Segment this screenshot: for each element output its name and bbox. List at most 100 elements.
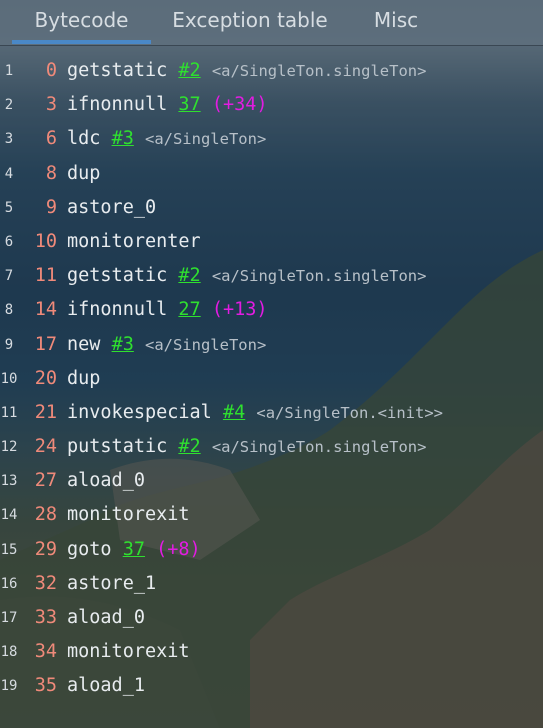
line-number: 18 (0, 644, 18, 661)
constant-pool-link[interactable]: #3 (112, 128, 134, 149)
bytecode-line: 15 29 goto 37 (+8) (0, 533, 543, 567)
tab-bytecode[interactable]: Bytecode (12, 0, 151, 44)
line-number: 11 (0, 404, 18, 421)
bytecode-line: 2 3 ifnonnull 37 (+34) (0, 88, 543, 122)
bytecode-line: 19 35 aload_1 (0, 669, 543, 703)
line-number: 3 (4, 131, 14, 148)
opcode: getstatic (67, 60, 168, 81)
bytecode-line: 11 21 invokespecial #4 <a/SingleTon.<init>… (0, 396, 543, 430)
instruction: astore_1 (67, 567, 156, 601)
jump-delta: (+8) (156, 538, 201, 560)
bytecode-offset: 28 (34, 504, 57, 526)
bytecode-line: 17 33 aload_0 (0, 601, 543, 635)
bytecode-offset: 8 (45, 162, 57, 184)
bytecode-offset: 24 (34, 436, 57, 458)
opcode: astore_0 (67, 196, 157, 218)
opcode: ldc (67, 128, 101, 150)
bytecode-offset: 34 (34, 641, 57, 663)
bytecode-line: 9 17 new #3 <a/SingleTon> (0, 328, 543, 362)
instruction: astore_0 (67, 191, 156, 225)
line-number: 17 (0, 610, 18, 626)
line-number: 5 (4, 199, 14, 216)
instruction: ifnonnull 27 (+13) (67, 293, 268, 327)
instruction: getstatic #2 <a/SingleTon.singleTon> (67, 54, 426, 88)
instruction: goto 37 (+8) (67, 533, 201, 567)
constant-pool-link[interactable]: 37 (123, 539, 145, 560)
line-number: 15 (0, 541, 18, 558)
bytecode-line: 4 8 dup (0, 157, 543, 191)
reference-comment: <a/SingleTon.singleTon> (211, 438, 427, 457)
line-number: 10 (0, 370, 18, 387)
constant-pool-link[interactable]: #3 (112, 334, 134, 355)
line-number: 7 (4, 268, 14, 285)
line-number: 19 (0, 678, 18, 695)
instruction: ldc #3 <a/SingleTon> (67, 122, 266, 156)
bytecode-offset: 14 (34, 299, 57, 321)
opcode: new (67, 333, 101, 355)
bytecode-line: 5 9 astore_0 (0, 191, 543, 225)
opcode: getstatic (67, 265, 168, 287)
opcode: aload_0 (67, 607, 145, 628)
opcode: goto (67, 538, 112, 560)
constant-pool-link[interactable]: 37 (178, 94, 200, 115)
bytecode-line: 8 14 ifnonnull 27 (+13) (0, 293, 543, 327)
tab-misc[interactable]: Misc (356, 0, 436, 44)
bytecode-listing: 1 0 getstatic #2 <a/SingleTon.singleTon> 2 3… (0, 54, 543, 704)
bytecode-offset: 21 (34, 401, 57, 423)
bytecode-offset: 3 (45, 94, 57, 116)
constant-pool-link[interactable]: 27 (178, 299, 200, 320)
bytecode-line: 3 6 ldc #3 <a/SingleTon> (0, 122, 543, 156)
instruction: ifnonnull 37 (+34) (67, 88, 268, 122)
bytecode-line: 6 10 monitorenter (0, 225, 543, 259)
bytecode-line: 14 28 monitorexit (0, 498, 543, 532)
bytecode-offset: 33 (34, 607, 57, 628)
bytecode-line: 7 11 getstatic #2 <a/SingleTon.singleTon> (0, 259, 543, 293)
instruction: aload_0 (67, 601, 145, 635)
instruction: monitorexit (67, 635, 190, 669)
instruction: invokespecial #4 <a/SingleTon.<init>> (67, 396, 443, 430)
bytecode-line: 18 34 monitorexit (0, 635, 543, 669)
constant-pool-link[interactable]: #2 (178, 436, 200, 457)
instruction: dup (67, 157, 100, 191)
instruction: aload_0 (67, 464, 145, 498)
opcode: dup (67, 162, 101, 184)
constant-pool-link[interactable]: #2 (178, 265, 200, 286)
opcode: monitorexit (67, 641, 190, 663)
line-number: 14 (0, 507, 18, 524)
bytecode-offset: 27 (34, 470, 57, 492)
bytecode-offset: 11 (34, 265, 57, 287)
selected-tab-indicator (12, 40, 151, 44)
bytecode-offset: 32 (34, 572, 57, 594)
bytecode-line: 1 0 getstatic #2 <a/SingleTon.singleTon> (0, 54, 543, 88)
opcode: aload_1 (67, 675, 145, 697)
tab-bar-divider (0, 45, 543, 46)
tab-bar: Bytecode Exception table Misc (0, 0, 543, 46)
instruction: aload_1 (67, 669, 145, 703)
bytecode-offset: 0 (45, 60, 57, 81)
opcode: ifnonnull (67, 94, 168, 116)
line-number: 6 (4, 233, 14, 250)
instruction: monitorenter (67, 225, 201, 259)
instruction: new #3 <a/SingleTon> (67, 328, 266, 362)
bytecode-line: 13 27 aload_0 (0, 464, 543, 498)
jump-delta: (+13) (211, 299, 268, 321)
line-number: 2 (4, 97, 14, 114)
bytecode-offset: 20 (34, 367, 57, 389)
opcode: dup (67, 367, 101, 389)
opcode: invokespecial (67, 401, 212, 423)
constant-pool-link[interactable]: #2 (178, 60, 200, 81)
reference-comment: <a/SingleTon> (144, 335, 267, 354)
opcode: ifnonnull (67, 299, 168, 321)
constant-pool-link[interactable]: #4 (223, 402, 245, 423)
instruction: monitorexit (67, 498, 190, 532)
line-number: 12 (0, 439, 18, 456)
line-number: 8 (4, 302, 14, 319)
bytecode-offset: 10 (34, 230, 57, 252)
line-number: 13 (0, 473, 18, 490)
opcode: astore_1 (67, 572, 157, 594)
bytecode-offset: 29 (34, 538, 57, 560)
reference-comment: <a/SingleTon.singleTon> (211, 267, 427, 286)
bytecode-offset: 17 (34, 333, 57, 355)
tab-exception-table[interactable]: Exception table (160, 0, 340, 44)
instruction: dup (67, 362, 100, 396)
